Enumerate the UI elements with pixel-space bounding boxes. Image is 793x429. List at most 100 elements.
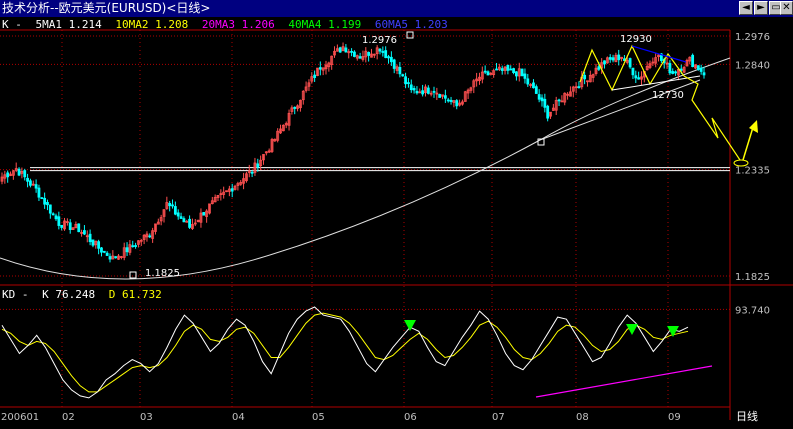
candle-body xyxy=(353,51,356,57)
annotation-high: 1.2976 xyxy=(362,35,397,46)
candle-body xyxy=(583,74,587,80)
candle-body xyxy=(699,67,703,72)
candle-body xyxy=(540,97,544,102)
candle-body xyxy=(23,170,27,178)
x-tick-label: 05 xyxy=(312,412,325,423)
candle-body xyxy=(608,57,612,60)
candle-body xyxy=(114,256,118,259)
candle-body xyxy=(125,247,129,253)
candle-body xyxy=(401,74,405,77)
candle-body xyxy=(293,106,297,109)
candle-body xyxy=(526,78,530,85)
candle-body xyxy=(97,241,101,249)
candle-body xyxy=(57,216,61,226)
candle-body xyxy=(449,99,453,102)
candle-body xyxy=(68,222,72,230)
candle-body xyxy=(378,48,382,52)
projection-path xyxy=(683,75,741,161)
candle-body xyxy=(46,202,49,206)
y-tick-label: 1.1825 xyxy=(735,272,770,283)
candle-body xyxy=(500,68,504,71)
candle-body xyxy=(512,68,515,74)
candle-body xyxy=(486,71,490,76)
candle-body xyxy=(577,86,581,89)
price-chart[interactable]: 1.2976 1.1825 12930 12730 1.2976 1.2840 … xyxy=(0,0,793,429)
candle-body xyxy=(537,94,541,100)
candle-body xyxy=(358,56,362,59)
candle-body xyxy=(696,65,700,70)
candle-body xyxy=(48,204,52,214)
candle-body xyxy=(384,50,388,59)
candle-body xyxy=(202,212,206,216)
candle-body xyxy=(344,47,348,53)
candle-body xyxy=(421,90,425,95)
candle-body xyxy=(26,177,29,182)
legend-ma5: 60MA5 1.203 xyxy=(374,18,448,31)
annotation-low: 1.1825 xyxy=(145,268,180,279)
candle-body xyxy=(446,99,450,102)
candle-body xyxy=(543,98,547,108)
candle-body xyxy=(318,67,322,70)
candle-body xyxy=(412,88,416,91)
candle-body xyxy=(520,68,524,77)
candle-body xyxy=(91,239,95,246)
candle-body xyxy=(389,56,393,63)
candle-body xyxy=(185,220,189,223)
candle-body xyxy=(83,230,86,235)
kd-y-tick-label: 93.740 xyxy=(735,305,770,316)
x-tick-label: 200601 xyxy=(1,412,39,423)
candle-body xyxy=(43,197,47,205)
candle-body xyxy=(338,47,342,53)
candle-body xyxy=(455,100,459,107)
candle-body xyxy=(350,50,353,53)
candle-body xyxy=(148,235,152,238)
legend-ma4: 40MA4 1.199 xyxy=(288,18,362,31)
candle-body xyxy=(506,64,510,71)
candle-body xyxy=(387,56,390,59)
divergence-line xyxy=(535,365,713,398)
candle-body xyxy=(631,67,635,76)
candle-body xyxy=(679,68,683,71)
candle-body xyxy=(29,180,32,186)
candle-body xyxy=(495,68,498,71)
candle-body xyxy=(34,184,38,189)
legend-ma1: 5MA1 1.214 xyxy=(35,18,102,31)
legend-ma2: 10MA2 1.208 xyxy=(115,18,189,31)
x-axis: 200601 02 03 04 05 06 07 08 09 xyxy=(1,412,681,423)
horizontal-grid xyxy=(0,35,730,310)
annotation-top: 12930 xyxy=(620,34,652,45)
candle-body xyxy=(634,75,638,79)
y-tick-label: 1.2976 xyxy=(735,32,770,43)
candle-body xyxy=(603,60,606,65)
candle-body xyxy=(671,71,675,74)
y-tick-label: 1.2335 xyxy=(735,166,770,177)
candle-body xyxy=(523,73,527,79)
candle-body xyxy=(100,247,103,253)
high-marker xyxy=(406,31,414,39)
candle-body xyxy=(509,68,513,71)
candle-body xyxy=(179,216,183,219)
candle-body xyxy=(17,168,21,176)
candle-body xyxy=(407,82,410,85)
bowl-curve xyxy=(0,79,701,280)
candle-body xyxy=(37,187,41,198)
ma-legend: K - 5MA1 1.214 10MA2 1.208 20MA3 1.206 4… xyxy=(2,18,455,31)
x-tick-label: 09 xyxy=(668,412,681,423)
candle-body xyxy=(313,74,317,78)
candle-body xyxy=(256,163,260,168)
candle-body xyxy=(617,54,621,61)
candle-body xyxy=(168,202,172,207)
candle-body xyxy=(426,87,430,94)
candle-body xyxy=(182,218,186,223)
legend-kind: K - xyxy=(2,18,22,31)
legend-ma3: 20MA3 1.206 xyxy=(201,18,275,31)
kd-legend: KD - K 76.248 D 61.732 xyxy=(2,288,169,301)
candle-body xyxy=(176,212,180,217)
rebound-arrowhead xyxy=(749,120,758,133)
candle-body xyxy=(637,77,641,80)
candle-body xyxy=(173,206,177,215)
candle-body xyxy=(702,72,706,76)
candle-body xyxy=(532,82,535,89)
candle-body xyxy=(443,95,447,99)
period-label[interactable]: 日线 xyxy=(736,409,758,423)
